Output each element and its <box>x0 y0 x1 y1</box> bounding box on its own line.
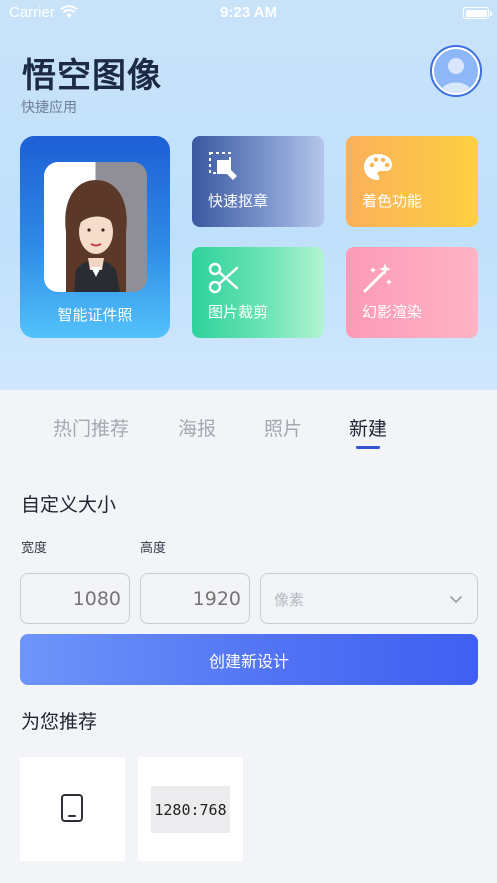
magic-wand-icon <box>361 261 395 295</box>
chevron-down-icon <box>448 591 464 607</box>
app-title: 悟空图像 <box>22 56 162 96</box>
unit-select[interactable]: 像素 <box>260 573 478 624</box>
id-photo-image <box>44 162 147 292</box>
create-design-button[interactable]: 创建新设计 <box>20 634 478 685</box>
id-photo-card[interactable]: 智能证件照 <box>20 136 170 338</box>
width-input[interactable] <box>21 574 129 623</box>
category-tabs: 热门推荐 海报 照片 新建 <box>0 414 497 454</box>
colorize-label: 着色功能 <box>362 192 423 210</box>
tab-photo[interactable]: 照片 <box>264 414 302 441</box>
battery-icon <box>463 7 492 19</box>
palette-icon <box>361 150 395 184</box>
status-bar: Carrier 9:23 AM <box>0 0 497 26</box>
unit-value: 像素 <box>274 591 305 609</box>
phantom-render-label: 幻影渲染 <box>362 303 423 321</box>
stamp-cutout-icon <box>207 150 241 184</box>
recommend-card-ratio[interactable]: 1280:768 <box>138 757 243 861</box>
recommend-title: 为您推荐 <box>21 711 98 733</box>
quick-cutout-tile[interactable]: 快速抠章 <box>192 136 324 227</box>
width-label: 宽度 <box>21 541 48 556</box>
custom-size-title: 自定义大小 <box>21 494 117 516</box>
height-input[interactable] <box>141 574 249 623</box>
quick-cutout-label: 快速抠章 <box>208 192 269 210</box>
image-crop-label: 图片裁剪 <box>208 303 269 321</box>
section-subtitle: 快捷应用 <box>21 100 77 116</box>
height-label: 高度 <box>140 541 167 556</box>
scissors-icon <box>207 261 241 295</box>
status-time: 9:23 AM <box>220 4 277 21</box>
id-photo-label: 智能证件照 <box>57 306 133 324</box>
recommend-card-tablet[interactable] <box>20 757 125 861</box>
phantom-render-tile[interactable]: 幻影渲染 <box>346 247 478 338</box>
width-field[interactable] <box>20 573 130 624</box>
user-avatar[interactable] <box>430 45 482 97</box>
tab-poster[interactable]: 海报 <box>178 414 216 441</box>
tablet-icon <box>60 793 84 827</box>
hero-banner: Carrier 9:23 AM 悟空图像 快捷应用 智能证件照 快速抠章 着色功… <box>0 0 497 390</box>
image-crop-tile[interactable]: 图片裁剪 <box>192 247 324 338</box>
tab-hot[interactable]: 热门推荐 <box>53 414 129 441</box>
user-icon <box>434 49 478 93</box>
tab-new[interactable]: 新建 <box>349 414 387 441</box>
ratio-label: 1280:768 <box>151 786 230 833</box>
active-tab-indicator <box>356 446 380 449</box>
height-field[interactable] <box>140 573 250 624</box>
colorize-tile[interactable]: 着色功能 <box>346 136 478 227</box>
